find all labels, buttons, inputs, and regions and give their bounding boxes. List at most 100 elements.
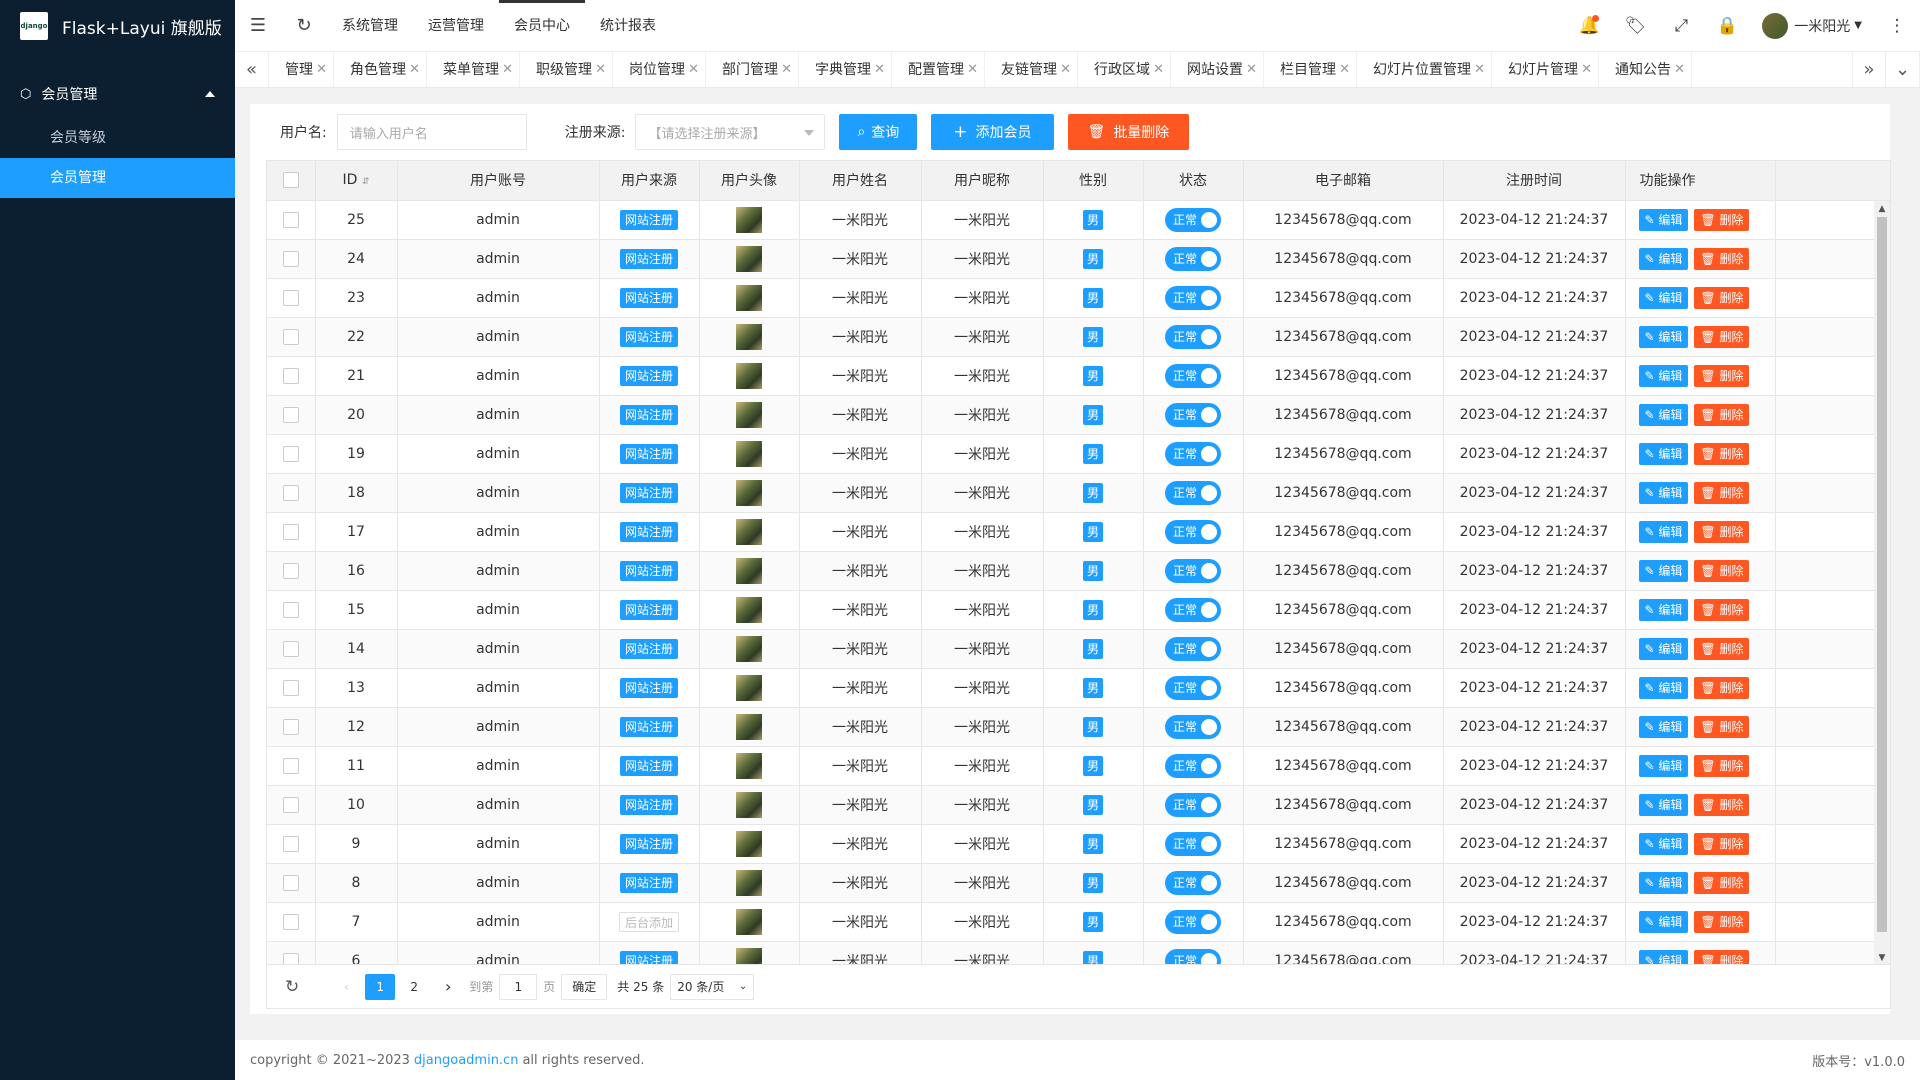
status-toggle[interactable]: 正常 [1165,519,1221,544]
username-input[interactable]: 请输入用户名 [336,114,527,150]
footer-link[interactable]: djangoadmin.cn [414,1053,519,1068]
table-row[interactable]: 8 admin 网站注册 一米阳光 一米阳光 男 正常 12345678@qq.com 2023… [267,863,1890,903]
user-avatar-image[interactable] [736,323,762,350]
tab-item[interactable]: 岗位管理 ✕ [613,52,706,87]
bell-icon[interactable]: 🔔 [1566,0,1612,52]
delete-button[interactable]: 🗑 删除 [1694,832,1750,855]
edit-button[interactable]: ✎ 编辑 [1638,637,1689,660]
delete-button[interactable]: 🗑 删除 [1694,559,1750,582]
edit-button[interactable]: ✎ 编辑 [1638,442,1689,465]
sidebar-item-member-level[interactable]: 会员等级 [0,118,235,158]
row-checkbox[interactable] [267,863,316,903]
user-avatar-image[interactable] [736,518,762,545]
page-size-select[interactable]: 20 条/页 ⌄ [670,973,755,1000]
delete-button[interactable]: 🗑 删除 [1694,208,1750,231]
row-checkbox[interactable] [267,278,316,318]
tab-item[interactable]: 部门管理 ✕ [706,52,799,87]
tab-scroll-right-icon[interactable]: » [1852,52,1886,87]
tab-scroll-left-icon[interactable]: « [235,52,269,87]
status-toggle[interactable]: 正常 [1165,597,1221,622]
close-icon[interactable]: ✕ [781,52,792,87]
table-row[interactable]: 6 admin 网站注册 一米阳光 一米阳光 男 正常 12345678@qq.com 2023… [267,941,1890,964]
status-toggle[interactable]: 正常 [1165,753,1221,778]
tab-item[interactable]: 幻灯片管理 ✕ [1492,52,1599,87]
delete-button[interactable]: 🗑 删除 [1694,598,1750,621]
refresh-icon[interactable]: ↻ [281,0,327,52]
table-row[interactable]: 14 admin 网站注册 一米阳光 一米阳光 男 正常 12345678@qq.com 202… [267,629,1890,669]
delete-button[interactable]: 🗑 删除 [1694,442,1750,465]
topnav-operation[interactable]: 运营管理 [413,0,499,52]
edit-button[interactable]: ✎ 编辑 [1638,520,1689,543]
close-icon[interactable]: ✕ [1474,52,1485,87]
status-toggle[interactable]: 正常 [1165,558,1221,583]
row-checkbox[interactable] [267,551,316,591]
table-row[interactable]: 18 admin 网站注册 一米阳光 一米阳光 男 正常 12345678@qq.com 202… [267,473,1890,513]
user-avatar-image[interactable] [736,245,762,272]
delete-button[interactable]: 🗑 删除 [1694,793,1750,816]
prev-page-icon[interactable]: ‹ [331,974,361,1000]
row-checkbox[interactable] [267,824,316,864]
row-checkbox[interactable] [267,512,316,552]
tag-icon[interactable]: 🏷 [1612,0,1658,52]
close-icon[interactable]: ✕ [409,52,420,87]
edit-button[interactable]: ✎ 编辑 [1638,832,1689,855]
tab-item[interactable]: 栏目管理 ✕ [1264,52,1357,87]
user-avatar-image[interactable] [736,479,762,506]
user-avatar-image[interactable] [736,713,762,740]
user-avatar-image[interactable] [736,635,762,662]
tab-item[interactable]: 职级管理 ✕ [520,52,613,87]
confirm-button[interactable]: 确定 [561,973,608,1000]
user-avatar-image[interactable] [736,674,762,701]
tab-item[interactable]: 网站设置 ✕ [1171,52,1264,87]
delete-button[interactable]: 🗑 删除 [1694,325,1750,348]
fullscreen-icon[interactable]: ⤢ [1658,0,1704,52]
table-row[interactable]: 16 admin 网站注册 一米阳光 一米阳光 男 正常 12345678@qq.com 202… [267,551,1890,591]
status-toggle[interactable]: 正常 [1165,246,1221,271]
status-toggle[interactable]: 正常 [1165,324,1221,349]
row-checkbox[interactable] [267,317,316,357]
close-icon[interactable]: ✕ [1246,52,1257,87]
select-all-checkbox[interactable] [267,161,316,201]
row-checkbox[interactable] [267,395,316,435]
table-row[interactable]: 23 admin 网站注册 一米阳光 一米阳光 男 正常 12345678@qq.com 202… [267,278,1890,318]
table-row[interactable]: 25 admin 网站注册 一米阳光 一米阳光 男 正常 12345678@qq.com 202… [267,200,1890,240]
user-avatar-image[interactable] [736,752,762,779]
tab-item[interactable]: 行政区域 ✕ [1078,52,1171,87]
scroll-down-icon[interactable]: ▼ [1874,950,1890,964]
edit-button[interactable]: ✎ 编辑 [1638,793,1689,816]
user-avatar-image[interactable] [736,869,762,896]
row-checkbox[interactable] [267,590,316,630]
status-toggle[interactable]: 正常 [1165,831,1221,856]
row-checkbox[interactable] [267,629,316,669]
delete-button[interactable]: 🗑 删除 [1694,286,1750,309]
column-header[interactable]: ID ⇵ [315,161,398,201]
edit-button[interactable]: ✎ 编辑 [1638,559,1689,582]
close-icon[interactable]: ✕ [502,52,513,87]
topnav-member[interactable]: 会员中心 [499,0,585,52]
status-toggle[interactable]: 正常 [1165,675,1221,700]
delete-button[interactable]: 🗑 删除 [1694,910,1750,933]
user-avatar-image[interactable] [736,362,762,389]
row-checkbox[interactable] [267,902,316,942]
user-avatar-image[interactable] [736,440,762,467]
table-row[interactable]: 10 admin 网站注册 一米阳光 一米阳光 男 正常 12345678@qq.com 202… [267,785,1890,825]
close-icon[interactable]: ✕ [1581,52,1592,87]
delete-button[interactable]: 🗑 删除 [1694,949,1750,964]
table-row[interactable]: 22 admin 网站注册 一米阳光 一米阳光 男 正常 12345678@qq.com 202… [267,317,1890,357]
table-row[interactable]: 20 admin 网站注册 一米阳光 一米阳光 男 正常 12345678@qq.com 202… [267,395,1890,435]
tab-item[interactable]: 幻灯片位置管理 ✕ [1357,52,1492,87]
source-select[interactable]: 【请选择注册来源】 [635,114,826,150]
edit-button[interactable]: ✎ 编辑 [1638,247,1689,270]
delete-button[interactable]: 🗑 删除 [1694,715,1750,738]
sort-icon[interactable]: ⇵ [362,177,370,187]
more-icon[interactable]: ⋮ [1874,0,1920,52]
scroll-up-icon[interactable]: ▲ [1874,201,1890,217]
table-row[interactable]: 21 admin 网站注册 一米阳光 一米阳光 男 正常 12345678@qq.com 202… [267,356,1890,396]
tab-item[interactable]: 管理 ✕ [269,52,334,87]
refresh-icon[interactable]: ↻ [285,977,299,997]
row-checkbox[interactable] [267,707,316,747]
delete-button[interactable]: 🗑 删除 [1694,754,1750,777]
close-icon[interactable]: ✕ [1339,52,1350,87]
row-checkbox[interactable] [267,668,316,708]
tab-item[interactable]: 菜单管理 ✕ [427,52,520,87]
